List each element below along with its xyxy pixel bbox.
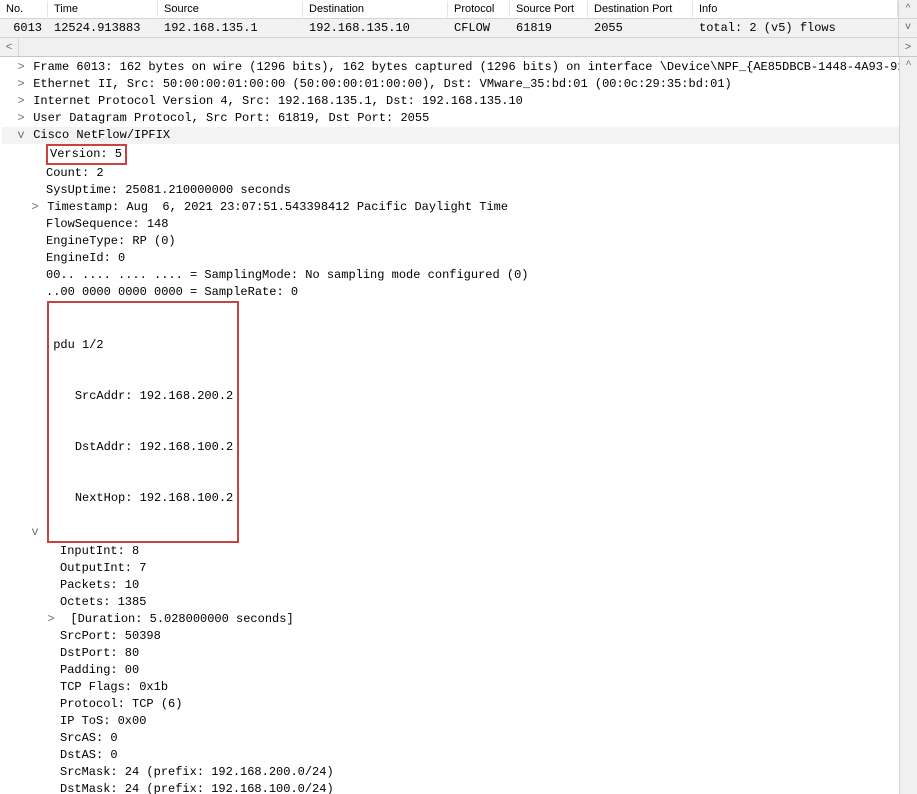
expand-icon[interactable]: > bbox=[16, 59, 26, 76]
pdu1-tos[interactable]: IP ToS: 0x00 bbox=[2, 713, 917, 730]
details-vscroll[interactable]: ^ bbox=[899, 57, 917, 794]
pdu1-duration-text: [Duration: 5.028000000 seconds] bbox=[70, 612, 293, 626]
field-sampmode[interactable]: 00.. .... .... .... = SamplingMode: No s… bbox=[2, 267, 917, 284]
pdu1-srcmask[interactable]: SrcMask: 24 (prefix: 192.168.200.0/24) bbox=[2, 764, 917, 781]
tree-frame-text: Frame 6013: 162 bytes on wire (1296 bits… bbox=[33, 60, 917, 74]
pdu1-outputint[interactable]: OutputInt: 7 bbox=[2, 560, 917, 577]
packet-list-pane: No. Time Source Destination Protocol Sou… bbox=[0, 0, 917, 57]
tree-cflow-text: Cisco NetFlow/IPFIX bbox=[33, 128, 170, 142]
packet-list-header: No. Time Source Destination Protocol Sou… bbox=[0, 0, 917, 19]
cell-source-port: 61819 bbox=[510, 20, 588, 36]
expand-icon[interactable]: > bbox=[46, 611, 56, 628]
tree-eth-text: Ethernet II, Src: 50:00:00:01:00:00 (50:… bbox=[33, 77, 732, 91]
field-count[interactable]: Count: 2 bbox=[2, 165, 917, 182]
field-enginetype[interactable]: EngineType: RP (0) bbox=[2, 233, 917, 250]
cell-no: 6013 bbox=[0, 20, 48, 36]
hscroll-track[interactable] bbox=[19, 38, 898, 56]
col-source[interactable]: Source bbox=[158, 1, 303, 17]
hscroll-left-icon[interactable]: < bbox=[0, 38, 19, 56]
tree-ip[interactable]: > Internet Protocol Version 4, Src: 192.… bbox=[2, 93, 917, 110]
pdu1-dstas[interactable]: DstAS: 0 bbox=[2, 747, 917, 764]
pdu1-dstmask[interactable]: DstMask: 24 (prefix: 192.168.100.0/24) bbox=[2, 781, 917, 794]
cell-time: 12524.913883 bbox=[48, 20, 158, 36]
col-info[interactable]: Info bbox=[693, 1, 898, 17]
details-vscroll-up-icon[interactable]: ^ bbox=[900, 57, 917, 74]
pdu1-label-text: pdu 1/2 bbox=[53, 338, 103, 352]
expand-icon[interactable]: > bbox=[16, 110, 26, 127]
pdu1-padding[interactable]: Padding: 00 bbox=[2, 662, 917, 679]
col-protocol[interactable]: Protocol bbox=[448, 1, 510, 17]
field-flowseq[interactable]: FlowSequence: 148 bbox=[2, 216, 917, 233]
collapse-icon[interactable]: v bbox=[30, 524, 40, 541]
collapse-icon[interactable]: v bbox=[16, 127, 26, 144]
pdu1-srcport[interactable]: SrcPort: 50398 bbox=[2, 628, 917, 645]
packet-list-vscroll-down[interactable]: v bbox=[898, 19, 917, 37]
cell-protocol: CFLOW bbox=[448, 20, 510, 36]
pdu1-nexthop: NextHop: 192.168.100.2 bbox=[75, 491, 233, 505]
expand-icon[interactable]: > bbox=[16, 76, 26, 93]
col-destination[interactable]: Destination bbox=[303, 1, 448, 17]
col-destination-port[interactable]: Destination Port bbox=[588, 1, 693, 17]
tree-ip-text: Internet Protocol Version 4, Src: 192.16… bbox=[33, 94, 523, 108]
packet-list-hscroll[interactable]: < > bbox=[0, 37, 917, 56]
pdu1-srcas[interactable]: SrcAS: 0 bbox=[2, 730, 917, 747]
pdu1-octets[interactable]: Octets: 1385 bbox=[2, 594, 917, 611]
pdu1-dstaddr: DstAddr: 192.168.100.2 bbox=[75, 440, 233, 454]
version-text: Version: 5 bbox=[50, 147, 122, 161]
hscroll-right-icon[interactable]: > bbox=[898, 38, 917, 56]
pdu1-dstport[interactable]: DstPort: 80 bbox=[2, 645, 917, 662]
highlight-version: Version: 5 bbox=[46, 144, 127, 165]
cell-source: 192.168.135.1 bbox=[158, 20, 303, 36]
field-sysuptime[interactable]: SysUptime: 25081.210000000 seconds bbox=[2, 182, 917, 199]
col-source-port[interactable]: Source Port bbox=[510, 1, 588, 17]
cell-destination: 192.168.135.10 bbox=[303, 20, 448, 36]
col-time[interactable]: Time bbox=[48, 1, 158, 17]
pdu1-tcpflags[interactable]: TCP Flags: 0x1b bbox=[2, 679, 917, 696]
tree-udp-text: User Datagram Protocol, Src Port: 61819,… bbox=[33, 111, 429, 125]
pdu1-packets[interactable]: Packets: 10 bbox=[2, 577, 917, 594]
pdu1-inputint[interactable]: InputInt: 8 bbox=[2, 543, 917, 560]
packet-row[interactable]: 6013 12524.913883 192.168.135.1 192.168.… bbox=[0, 19, 917, 37]
tree-frame[interactable]: > Frame 6013: 162 bytes on wire (1296 bi… bbox=[2, 59, 917, 76]
field-version[interactable]: Version: 5 bbox=[2, 144, 917, 165]
packet-list-vscroll-up[interactable]: ^ bbox=[898, 0, 917, 18]
cell-destination-port: 2055 bbox=[588, 20, 693, 36]
col-no[interactable]: No. bbox=[0, 1, 48, 17]
field-samprate[interactable]: ..00 0000 0000 0000 = SampleRate: 0 bbox=[2, 284, 917, 301]
pdu1-protocol[interactable]: Protocol: TCP (6) bbox=[2, 696, 917, 713]
field-engineid[interactable]: EngineId: 0 bbox=[2, 250, 917, 267]
pdu1-duration[interactable]: > [Duration: 5.028000000 seconds] bbox=[2, 611, 917, 628]
expand-icon[interactable]: > bbox=[16, 93, 26, 110]
tree-udp[interactable]: > User Datagram Protocol, Src Port: 6181… bbox=[2, 110, 917, 127]
timestamp-text: Timestamp: Aug 6, 2021 23:07:51.54339841… bbox=[47, 200, 508, 214]
tree-pdu1[interactable]: v pdu 1/2 SrcAddr: 192.168.200.2 DstAddr… bbox=[2, 301, 917, 543]
highlight-pdu1: pdu 1/2 SrcAddr: 192.168.200.2 DstAddr: … bbox=[47, 301, 239, 543]
expand-icon[interactable]: > bbox=[30, 199, 40, 216]
tree-ethernet[interactable]: > Ethernet II, Src: 50:00:00:01:00:00 (5… bbox=[2, 76, 917, 93]
packet-details-pane[interactable]: ^ > Frame 6013: 162 bytes on wire (1296 … bbox=[0, 57, 917, 794]
pdu1-srcaddr: SrcAddr: 192.168.200.2 bbox=[75, 389, 233, 403]
tree-cflow[interactable]: v Cisco NetFlow/IPFIX bbox=[2, 127, 917, 144]
field-timestamp[interactable]: > Timestamp: Aug 6, 2021 23:07:51.543398… bbox=[2, 199, 917, 216]
cell-info: total: 2 (v5) flows bbox=[693, 20, 898, 36]
